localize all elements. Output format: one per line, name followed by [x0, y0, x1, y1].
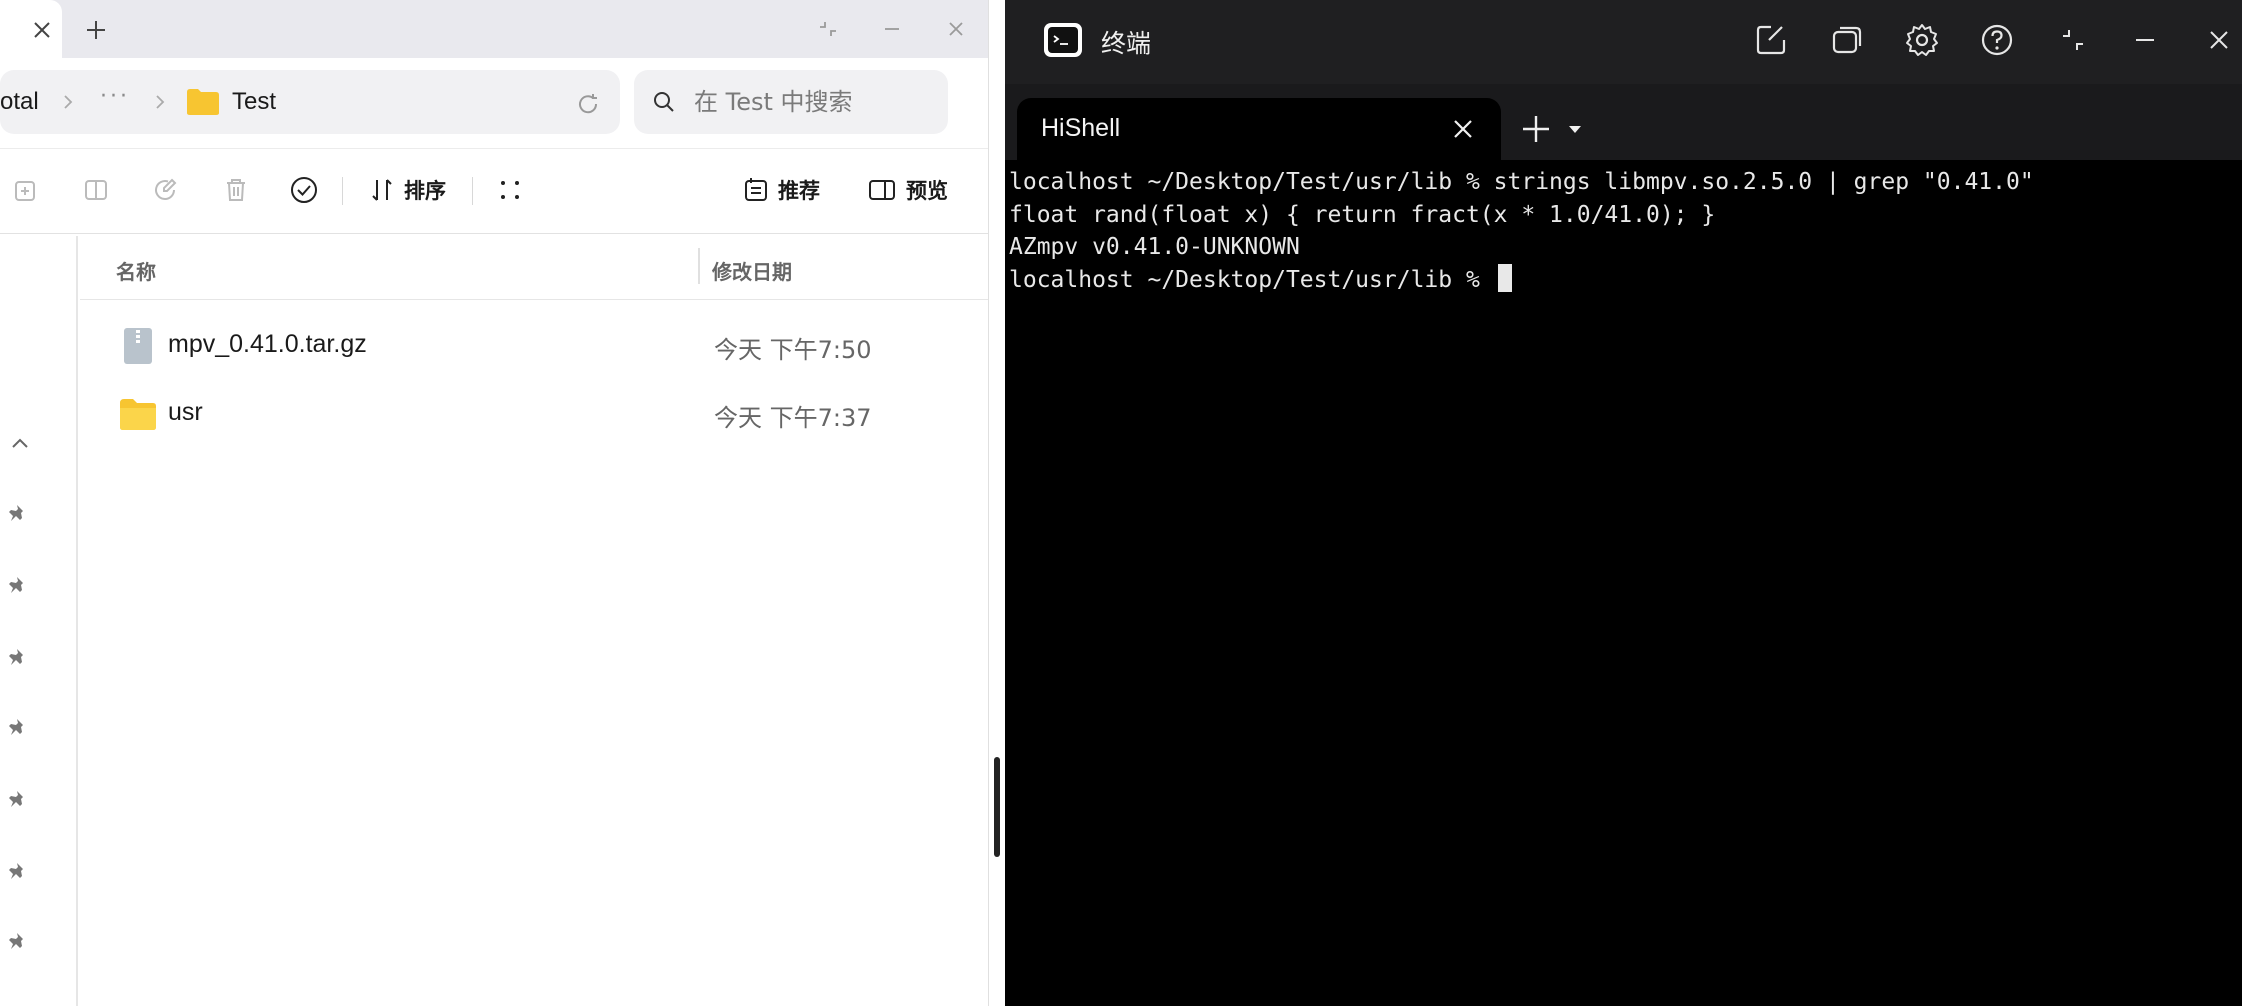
sort-button-label[interactable]: 排序: [404, 175, 446, 205]
refresh-icon[interactable]: [574, 90, 602, 118]
pin-icon[interactable]: [8, 502, 32, 526]
file-list-header: 名称 修改日期: [80, 236, 988, 300]
terminal-tab[interactable]: HiShell: [1017, 98, 1501, 160]
chevron-up-icon[interactable]: [8, 432, 32, 456]
restore-window-icon[interactable]: [816, 17, 840, 41]
split-view-divider: [988, 0, 1005, 1006]
close-tab-icon[interactable]: [1449, 115, 1477, 143]
terminal-tab-bar: HiShell: [1005, 84, 2242, 160]
pin-icon[interactable]: [8, 860, 32, 884]
chevron-right-icon: [64, 95, 73, 109]
search-input[interactable]: [694, 84, 934, 120]
sort-icon[interactable]: [366, 174, 398, 206]
gear-icon[interactable]: [1904, 22, 1940, 58]
file-date: 今天 下午7:37: [714, 404, 872, 432]
breadcrumb-item-total[interactable]: otal: [0, 88, 39, 116]
file-name: mpv_0.41.0.tar.gz: [168, 330, 367, 358]
minimize-window-icon[interactable]: [880, 17, 904, 41]
file-manager-window: otal ··· Test 排序 推荐 预览 名称: [0, 0, 988, 1006]
terminal-line: localhost ~/Desktop/Test/usr/lib % strin…: [1009, 169, 2034, 195]
move-icon[interactable]: [80, 174, 112, 206]
file-toolbar: 排序 推荐 预览: [0, 148, 988, 234]
terminal-tab-label: HiShell: [1041, 114, 1121, 142]
folder-icon: [187, 89, 219, 115]
pin-icon[interactable]: [8, 930, 32, 954]
recommend-icon[interactable]: [740, 174, 772, 206]
terminal-output[interactable]: localhost ~/Desktop/Test/usr/lib % strin…: [1009, 166, 2239, 1002]
terminal-prompt-line: localhost ~/Desktop/Test/usr/lib %: [1009, 263, 2239, 297]
toolbar-separator: [472, 177, 473, 205]
preview-button-label[interactable]: 预览: [906, 175, 948, 205]
address-bar[interactable]: otal ··· Test: [0, 70, 620, 134]
file-manager-tab-bar: [0, 0, 988, 58]
close-tab-icon[interactable]: [30, 18, 54, 42]
select-all-icon[interactable]: [288, 174, 320, 206]
pin-icon[interactable]: [8, 716, 32, 740]
new-tab-icon[interactable]: [1519, 112, 1553, 146]
search-icon: [654, 92, 674, 112]
chevron-right-icon: [156, 95, 165, 109]
split-drag-handle[interactable]: [994, 757, 1000, 857]
rename-icon[interactable]: [150, 174, 182, 206]
edit-icon[interactable]: [1753, 22, 1789, 58]
preview-pane-icon[interactable]: [866, 174, 898, 206]
restore-window-icon[interactable]: [2055, 22, 2091, 58]
close-window-icon[interactable]: [2201, 22, 2237, 58]
pin-icon[interactable]: [8, 646, 32, 670]
toolbar-separator: [342, 177, 343, 205]
copy-icon[interactable]: [10, 174, 42, 206]
file-manager-tab[interactable]: [0, 0, 62, 58]
close-window-icon[interactable]: [944, 17, 968, 41]
search-box[interactable]: [634, 70, 948, 134]
column-header-date[interactable]: 修改日期: [712, 256, 792, 285]
help-icon[interactable]: [1979, 22, 2015, 58]
file-date: 今天 下午7:50: [714, 336, 872, 364]
file-name: usr: [168, 398, 203, 426]
terminal-app-icon: [1044, 23, 1082, 57]
window-switch-icon[interactable]: [1829, 22, 1865, 58]
terminal-prompt: localhost ~/Desktop/Test/usr/lib %: [1009, 266, 1494, 293]
folder-icon: [120, 399, 156, 430]
view-toggle-icon[interactable]: [494, 174, 526, 206]
breadcrumb-item-test[interactable]: Test: [232, 88, 276, 116]
caret-down-icon[interactable]: [1567, 122, 1583, 136]
pin-icon[interactable]: [8, 574, 32, 598]
breadcrumb-more[interactable]: ···: [100, 84, 130, 109]
trash-icon[interactable]: [220, 174, 252, 206]
sidebar-collapsed: [0, 236, 78, 1006]
column-resize-handle[interactable]: [698, 248, 700, 284]
recommend-button-label[interactable]: 推荐: [778, 175, 820, 205]
column-header-name[interactable]: 名称: [116, 256, 156, 285]
new-tab-icon[interactable]: [84, 18, 108, 42]
terminal-line: AZmpv v0.41.0-UNKNOWN: [1009, 234, 1300, 260]
terminal-cursor: [1497, 263, 1512, 292]
terminal-title-bar: 终端: [1005, 0, 2242, 84]
pin-icon[interactable]: [8, 788, 32, 812]
terminal-line: float rand(float x) { return fract(x * 1…: [1009, 201, 1716, 228]
file-row[interactable]: usr 今天 下午7:37: [80, 380, 988, 448]
terminal-window: 终端 HiShell localhost ~/Desktop/Test/usr/…: [1005, 0, 2242, 1006]
terminal-title: 终端: [1101, 29, 1152, 58]
file-row[interactable]: mpv_0.41.0.tar.gz 今天 下午7:50: [80, 312, 988, 380]
minimize-window-icon[interactable]: [2127, 22, 2163, 58]
archive-file-icon: [124, 328, 152, 364]
